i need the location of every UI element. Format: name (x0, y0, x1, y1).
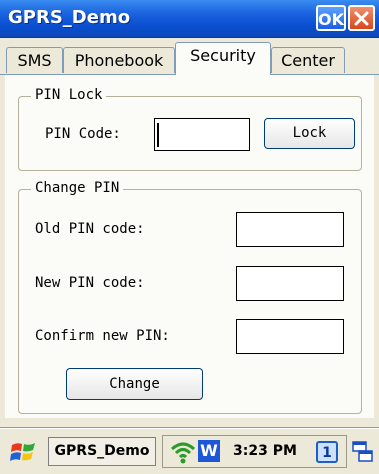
tab-center[interactable]: Center (271, 47, 345, 73)
close-icon (354, 11, 369, 26)
start-button[interactable] (8, 439, 40, 465)
ok-button[interactable]: OK (316, 5, 346, 31)
taskbar: GPRS_Demo W 3:23 PM 1 (0, 428, 379, 474)
text-caret (157, 123, 159, 147)
change-pin-group: Change PIN Old PIN code: New PIN code: C… (18, 180, 362, 414)
clock[interactable]: 3:23 PM (233, 443, 297, 459)
wireless-signal-icon[interactable] (169, 439, 197, 465)
security-panel: PIN Lock PIN Code: Lock Change PIN Old P… (5, 75, 374, 418)
pin-code-label: PIN Code: (45, 126, 121, 142)
old-pin-input[interactable] (236, 212, 344, 247)
change-pin-legend: Change PIN (31, 180, 124, 196)
confirm-pin-label: Confirm new PIN: (35, 328, 170, 344)
window-switch-icon[interactable] (352, 441, 374, 463)
confirm-pin-input[interactable] (236, 319, 344, 354)
tab-security[interactable]: Security (175, 42, 271, 75)
task-button-gprs-demo[interactable]: GPRS_Demo (48, 437, 156, 466)
new-pin-label: New PIN code: (35, 275, 145, 291)
w-app-icon[interactable]: W (198, 440, 220, 462)
windows-flag-icon (10, 443, 35, 461)
window-title: GPRS_Demo (8, 7, 131, 28)
tab-phonebook[interactable]: Phonebook (63, 47, 175, 73)
title-bar: GPRS_Demo OK (0, 0, 379, 38)
tab-strip: SMS Phonebook Security Center (0, 38, 379, 78)
old-pin-label: Old PIN code: (35, 221, 145, 237)
lock-button[interactable]: Lock (264, 118, 355, 149)
pin-code-input[interactable] (154, 118, 250, 151)
change-button[interactable]: Change (66, 368, 203, 400)
pin-lock-legend: PIN Lock (31, 87, 107, 103)
new-pin-input[interactable] (236, 266, 344, 301)
system-tray: W 3:23 PM 1 (162, 435, 347, 468)
desktop-indicator[interactable]: 1 (316, 441, 338, 463)
pin-lock-group: PIN Lock PIN Code: Lock (18, 87, 362, 171)
tab-sms[interactable]: SMS (6, 47, 63, 73)
close-button[interactable] (348, 5, 375, 31)
